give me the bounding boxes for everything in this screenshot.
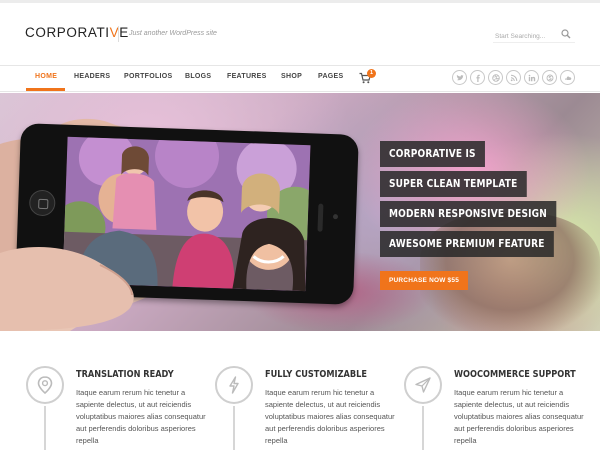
hero-tagline-2: SUPER CLEAN TEMPLATE: [380, 171, 527, 197]
hero-tagline-1: CORPORATIVE IS: [380, 141, 485, 167]
cart-count-badge: 1: [367, 69, 376, 78]
nav-portfolios[interactable]: PORTFOLIOS: [124, 73, 173, 80]
feature-connector-line: [233, 406, 235, 450]
logo-text: CORPORATI: [25, 25, 110, 40]
site-tagline: Just another WordPress site: [129, 30, 217, 37]
soundcloud-icon[interactable]: [560, 70, 575, 85]
map-pin-icon: [37, 376, 53, 394]
dribbble-icon[interactable]: [488, 70, 503, 85]
hero-tagline-4: AWESOME PREMIUM FEATURE: [380, 231, 554, 257]
thumb-illustration: [0, 247, 134, 331]
phone-home-button: [28, 189, 56, 217]
logo-divider: [118, 26, 119, 42]
nav-headers[interactable]: HEADERS: [74, 73, 110, 80]
nav-shop[interactable]: SHOP: [281, 73, 302, 80]
search-input[interactable]: [493, 27, 559, 46]
feature-title: TRANSLATION READY: [76, 369, 174, 380]
feature-title: WOOCOMMERCE SUPPORT: [454, 369, 576, 380]
phone-camera: [332, 214, 339, 220]
feature-connector-line: [422, 406, 424, 450]
nav-features[interactable]: FEATURES: [227, 73, 267, 80]
hero-tagline-3: MODERN RESPONSIVE DESIGN: [380, 201, 556, 227]
feature-text: Itaque earum rerum hic tenetur a sapient…: [454, 388, 584, 445]
phone-speaker: [317, 203, 324, 232]
active-nav-indicator: [26, 88, 65, 91]
feature-title: FULLY CUSTOMIZABLE: [265, 369, 367, 380]
hero-slider: CORPORATIVE IS SUPER CLEAN TEMPLATE MODE…: [0, 93, 600, 331]
logo-text-end: E: [119, 25, 129, 40]
features-section: TRANSLATION READY Itaque earum rerum hic…: [0, 331, 600, 450]
lightning-icon: [229, 376, 239, 394]
linkedin-icon[interactable]: [524, 70, 539, 85]
search-box: [493, 25, 575, 46]
nav-home[interactable]: HOME: [35, 73, 57, 80]
feature-text: Itaque earum rerum hic tenetur a sapient…: [76, 388, 206, 445]
nav-blogs[interactable]: BLOGS: [185, 73, 211, 80]
feature-connector-line: [44, 406, 46, 450]
search-icon[interactable]: [561, 29, 571, 39]
twitter-icon[interactable]: [452, 70, 467, 85]
feature-text: Itaque earum rerum hic tenetur a sapient…: [265, 388, 395, 445]
feature-icon-wrap: [215, 366, 253, 404]
paper-plane-icon: [415, 377, 431, 393]
facebook-icon[interactable]: [470, 70, 485, 85]
main-nav: HOME HEADERS PORTFOLIOS BLOGS FEATURES S…: [0, 65, 600, 92]
purchase-button[interactable]: PURCHASE NOW $55: [380, 271, 468, 290]
feature-icon-wrap: [26, 366, 64, 404]
nav-pages[interactable]: PAGES: [318, 73, 344, 80]
site-logo[interactable]: CORPORATIVE: [25, 25, 129, 40]
feature-icon-wrap: [404, 366, 442, 404]
rss-icon[interactable]: [506, 70, 521, 85]
skype-icon[interactable]: [542, 70, 557, 85]
site-header: CORPORATIVE Just another WordPress site: [0, 3, 600, 65]
